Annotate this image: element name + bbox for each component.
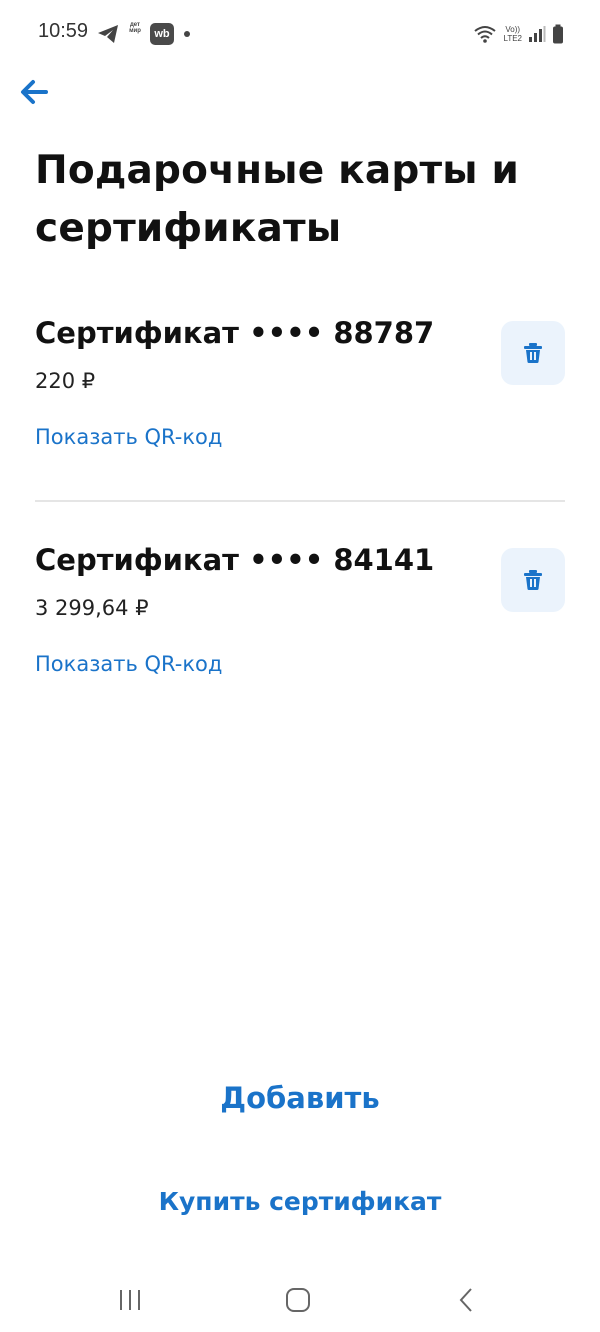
- certificate-amount: 220 ₽: [35, 369, 96, 393]
- status-bar: 10:59 дет мир wb Vo)) LTE2: [0, 0, 600, 68]
- delete-certificate-button[interactable]: [501, 321, 565, 385]
- buy-certificate-button[interactable]: Купить сертификат: [0, 1174, 600, 1230]
- system-back-button[interactable]: [436, 1280, 496, 1320]
- back-button[interactable]: [10, 68, 58, 116]
- delete-certificate-button[interactable]: [501, 548, 565, 612]
- certificate-list: Сертификат •••• 88787 220 ₽ Показать QR-…: [35, 305, 565, 696]
- show-qr-link[interactable]: Показать QR-код: [35, 422, 222, 452]
- detmir-icon: дет мир: [124, 22, 146, 46]
- recent-apps-icon: [120, 1290, 140, 1310]
- certificate-item: Сертификат •••• 84141 3 299,64 ₽ Показат…: [35, 500, 565, 696]
- notification-dot-icon: [184, 31, 190, 37]
- trash-icon: [524, 570, 542, 590]
- wildberries-icon: wb: [150, 23, 174, 45]
- signal-icon: [529, 26, 546, 42]
- trash-icon: [524, 343, 542, 363]
- status-time: 10:59: [38, 20, 89, 42]
- status-indicators: Vo)) LTE2: [473, 22, 564, 46]
- certificate-title: Сертификат •••• 88787: [35, 316, 435, 350]
- volte-indicator: Vo)) LTE2: [503, 25, 522, 43]
- certificate-amount: 3 299,64 ₽: [35, 596, 149, 620]
- home-button[interactable]: [268, 1280, 328, 1320]
- telegram-icon: [98, 25, 118, 43]
- show-qr-link[interactable]: Показать QR-код: [35, 649, 222, 679]
- detmir-label: дет мир: [129, 22, 141, 34]
- wifi-icon: [474, 26, 497, 43]
- certificate-item: Сертификат •••• 88787 220 ₽ Показать QR-…: [35, 305, 565, 500]
- certificate-title: Сертификат •••• 84141: [35, 543, 435, 577]
- home-icon: [286, 1288, 310, 1312]
- battery-icon: [553, 24, 563, 44]
- page-title: Подарочные карты и сертификаты: [35, 148, 520, 251]
- chevron-left-icon: [459, 1288, 472, 1312]
- system-nav-bar: [0, 1270, 600, 1332]
- volte-label: Vo)): [505, 25, 521, 34]
- recent-apps-button[interactable]: [100, 1280, 160, 1320]
- arrow-left-icon: [21, 80, 48, 104]
- add-button[interactable]: Добавить: [0, 1070, 600, 1126]
- lte-label: LTE2: [503, 34, 522, 43]
- wb-label: wb: [154, 28, 170, 40]
